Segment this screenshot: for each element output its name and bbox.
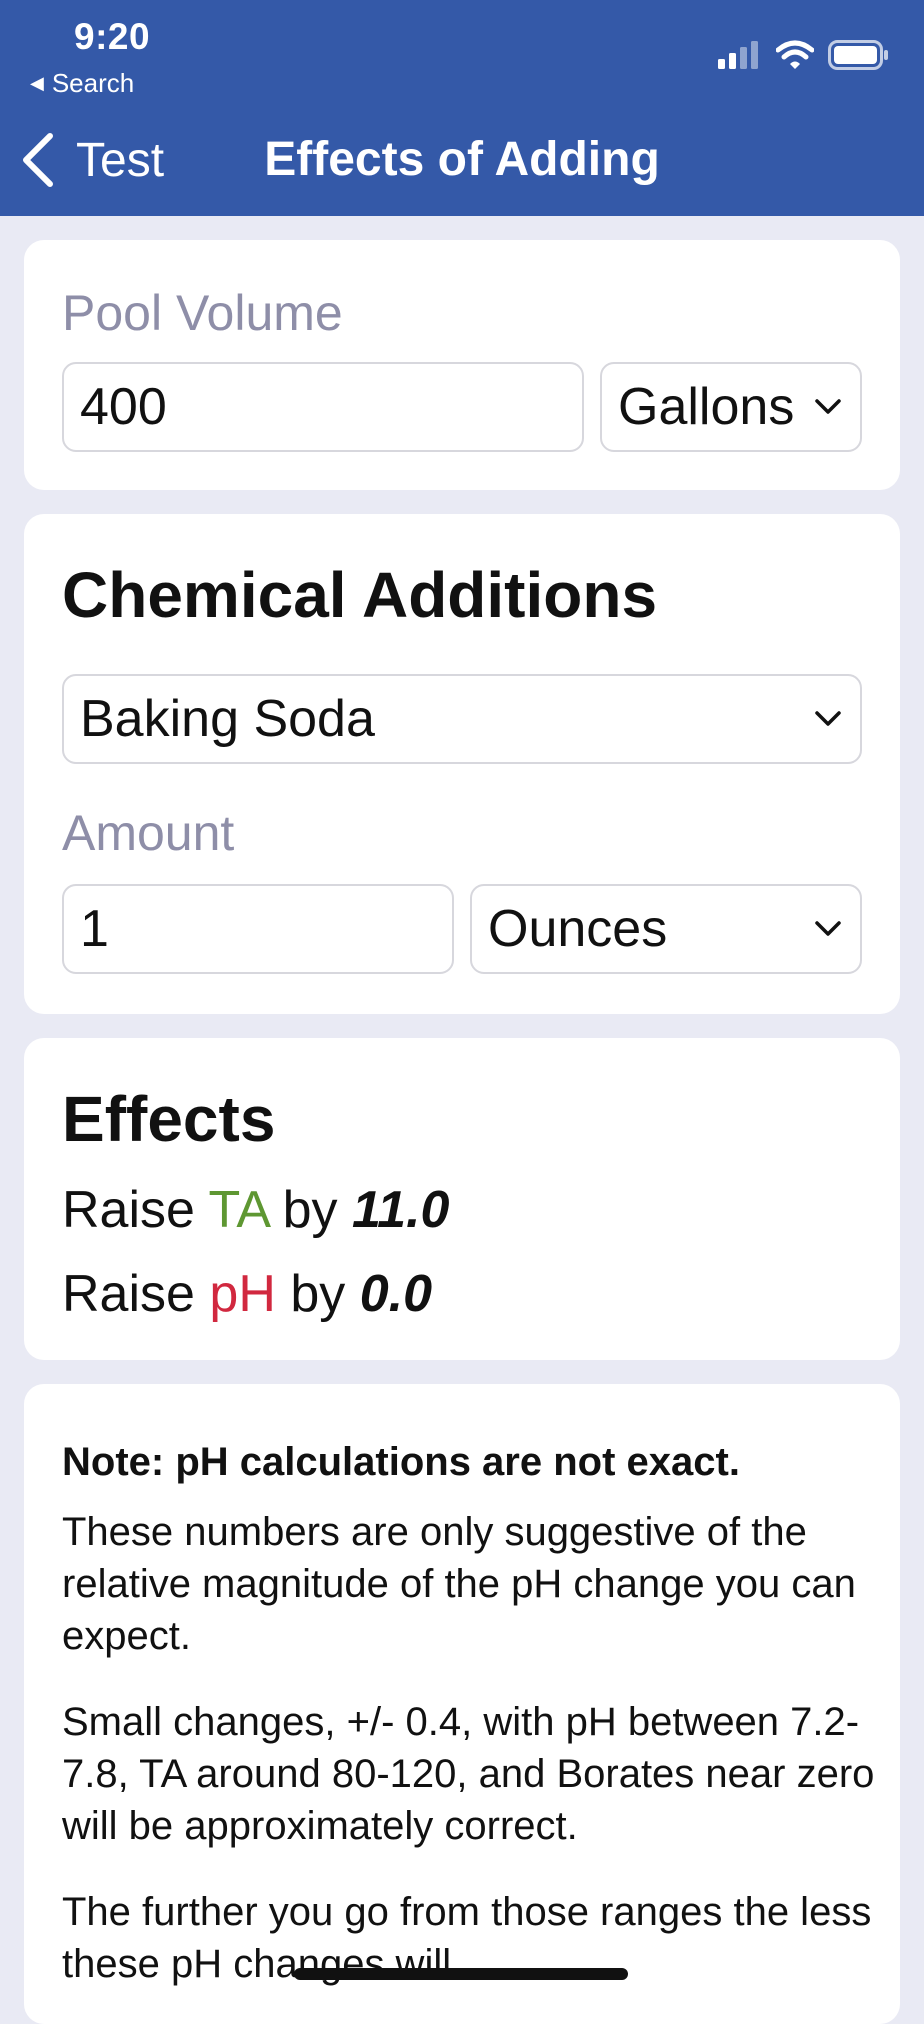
cellular-signal-icon — [718, 41, 758, 69]
note-paragraph: Small changes, +/- 0.4, with pH between … — [62, 1700, 875, 1848]
header-bar: 9:20 ◀ Search Effects of Adding Test — [0, 0, 924, 216]
back-triangle-icon: ◀ — [30, 73, 44, 93]
chemical-additions-card: Chemical Additions Baking Soda Amount 1 … — [24, 514, 900, 1014]
pool-volume-input[interactable]: 400 — [62, 362, 584, 452]
effect-by: by — [282, 1181, 338, 1239]
effect-chem-ph: pH — [209, 1265, 276, 1323]
chevron-left-icon — [23, 133, 53, 187]
note-paragraph: These numbers are only suggestive of the… — [62, 1510, 856, 1658]
chevron-down-icon — [815, 399, 841, 414]
chemical-additions-title: Chemical Additions — [62, 559, 658, 631]
status-icons — [718, 40, 890, 70]
effect-line-ta: Raise TA by 11.0 — [62, 1180, 449, 1240]
effect-line-ph: Raise pH by 0.0 — [62, 1264, 432, 1324]
effect-value-ph: 0.0 — [359, 1265, 433, 1323]
effect-prefix: Raise — [62, 1265, 195, 1323]
pool-volume-card: Pool Volume 400 Gallons — [24, 240, 900, 490]
amount-label: Amount — [62, 805, 235, 861]
battery-icon — [828, 40, 888, 70]
pool-volume-label: Pool Volume — [62, 285, 343, 341]
volume-unit-select[interactable]: Gallons — [600, 362, 862, 452]
amount-value: 1 — [80, 900, 109, 958]
chevron-down-icon — [815, 921, 841, 936]
amount-unit-select[interactable]: Ounces — [470, 884, 862, 974]
effects-card: Effects Raise TA by 11.0 Raise pH by 0.0 — [24, 1038, 900, 1360]
pool-volume-value: 400 — [80, 378, 167, 436]
effects-title: Effects — [62, 1083, 276, 1155]
chemical-selected-value: Baking Soda — [80, 690, 375, 748]
home-indicator — [294, 1968, 628, 1980]
note-card: Note: pH calculations are not exact. The… — [24, 1384, 900, 2024]
chemical-select[interactable]: Baking Soda — [62, 674, 862, 764]
effect-chem-ta: TA — [208, 1181, 269, 1239]
amount-input[interactable]: 1 — [62, 884, 454, 974]
effect-value-ta: 11.0 — [352, 1181, 450, 1239]
effect-by: by — [290, 1265, 346, 1323]
status-time: 9:20 — [74, 16, 151, 57]
effect-prefix: Raise — [62, 1181, 195, 1239]
chevron-down-icon — [815, 711, 841, 726]
back-to-app-link[interactable]: ◀ Search — [30, 68, 134, 99]
volume-unit-value: Gallons — [618, 378, 795, 436]
amount-unit-value: Ounces — [488, 900, 668, 958]
back-to-app-label: Search — [51, 68, 135, 98]
nav-back-button[interactable]: Test — [20, 128, 164, 192]
wifi-icon — [776, 40, 814, 69]
note-heading: Note: pH calculations are not exact. — [62, 1440, 740, 1484]
nav-back-label: Test — [76, 133, 165, 187]
